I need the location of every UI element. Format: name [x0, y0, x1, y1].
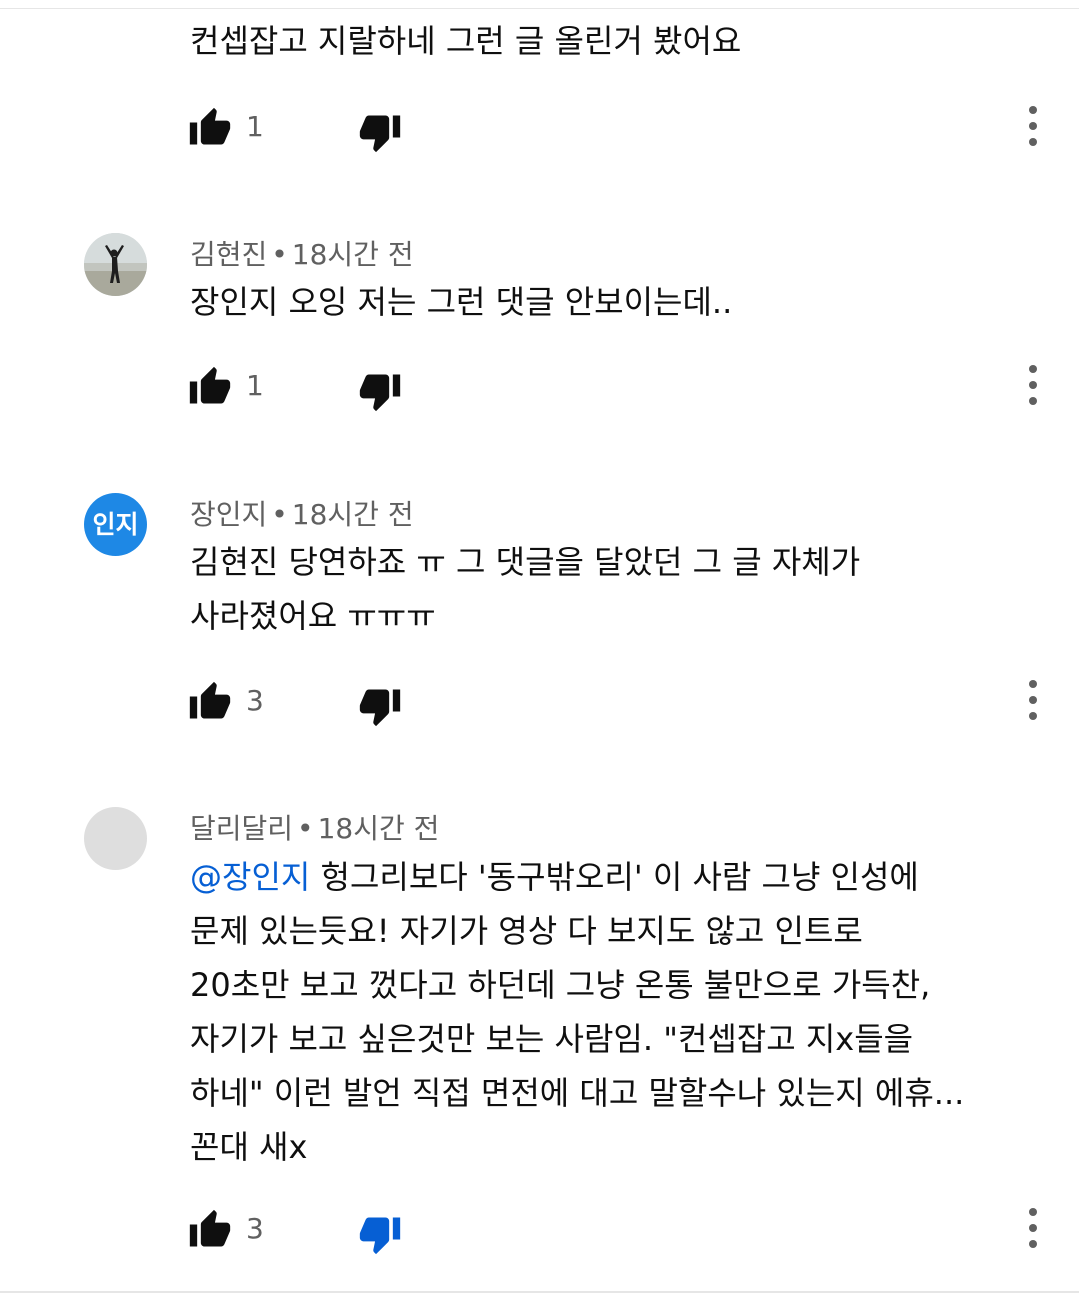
timestamp: 18시간 전 — [317, 812, 440, 845]
thumbs-down-icon — [359, 115, 401, 153]
more-vert-icon — [1029, 106, 1037, 146]
comment-meta: 달리달리 • 18시간 전 — [190, 807, 439, 847]
like-button[interactable] — [188, 106, 232, 150]
comment-meta: 김현진 • 18시간 전 — [190, 233, 414, 273]
dislike-button[interactable] — [358, 110, 402, 154]
more-vert-icon — [1029, 365, 1037, 405]
comment-actions: 3 — [188, 1208, 1048, 1256]
more-options-button[interactable] — [1018, 676, 1048, 724]
comment-text: 컨셉잡고 지랄하네 그런 글 올린거 봤어요 — [190, 22, 742, 60]
top-divider — [0, 0, 1079, 9]
thumbs-down-icon — [359, 1217, 401, 1255]
avatar[interactable]: 인지 — [84, 493, 147, 556]
avatar-initials: 인지 — [92, 510, 139, 539]
like-count: 3 — [246, 1212, 264, 1245]
like-button[interactable] — [188, 680, 232, 724]
more-vert-icon — [1029, 1208, 1037, 1248]
thumbs-up-icon — [189, 107, 231, 145]
more-options-button[interactable] — [1018, 102, 1048, 150]
dislike-button[interactable] — [358, 684, 402, 728]
comment-thread: 컨셉잡고 지랄하네 그런 글 올린거 봤어요 1 김현진 • 18시간 전 장인… — [0, 0, 1079, 1298]
avatar-photo-icon — [84, 233, 147, 296]
comment-actions: 1 — [188, 106, 1048, 154]
author-name[interactable]: 장인지 — [190, 498, 267, 531]
thumbs-down-icon — [359, 374, 401, 412]
avatar[interactable] — [84, 807, 147, 870]
comment-text: 김현진 당연하죠 ㅠ 그 댓글을 달았던 그 글 자체가 사라졌어요 ㅠㅠㅠ — [190, 543, 861, 635]
like-count: 1 — [246, 369, 264, 402]
more-options-button[interactable] — [1018, 1204, 1048, 1252]
comment-text: @장인지 헝그리보다 '동구밖오리' 이 사람 그냥 인성에 문제 있는듯요! … — [190, 850, 1050, 1174]
timestamp: 18시간 전 — [291, 498, 414, 531]
comment-text: 장인지 오잉 저는 그런 댓글 안보이는데.. — [190, 283, 733, 321]
separator-dot: • — [271, 498, 288, 531]
comment-actions: 1 — [188, 365, 1048, 413]
like-button[interactable] — [188, 365, 232, 409]
separator-dot: • — [297, 812, 314, 845]
thumbs-up-icon — [189, 366, 231, 404]
bottom-divider — [0, 1291, 1079, 1298]
comment-meta: 장인지 • 18시간 전 — [190, 493, 414, 533]
more-vert-icon — [1029, 680, 1037, 720]
like-button[interactable] — [188, 1208, 232, 1252]
more-options-button[interactable] — [1018, 361, 1048, 409]
timestamp: 18시간 전 — [291, 238, 414, 271]
avatar[interactable] — [84, 233, 147, 296]
mention-link[interactable]: @장인지 — [190, 858, 310, 896]
like-count: 1 — [246, 110, 264, 143]
like-count: 3 — [246, 684, 264, 717]
separator-dot: • — [271, 238, 288, 271]
thumbs-up-icon — [189, 681, 231, 719]
dislike-button[interactable] — [358, 369, 402, 413]
author-name[interactable]: 김현진 — [190, 238, 267, 271]
author-name[interactable]: 달리달리 — [190, 812, 293, 845]
thumbs-down-icon — [359, 689, 401, 727]
comment-body: 헝그리보다 '동구밖오리' 이 사람 그냥 인성에 문제 있는듯요! 자기가 영… — [190, 858, 965, 1166]
comment-actions: 3 — [188, 680, 1048, 728]
dislike-button[interactable] — [358, 1212, 402, 1256]
thumbs-up-icon — [189, 1209, 231, 1247]
